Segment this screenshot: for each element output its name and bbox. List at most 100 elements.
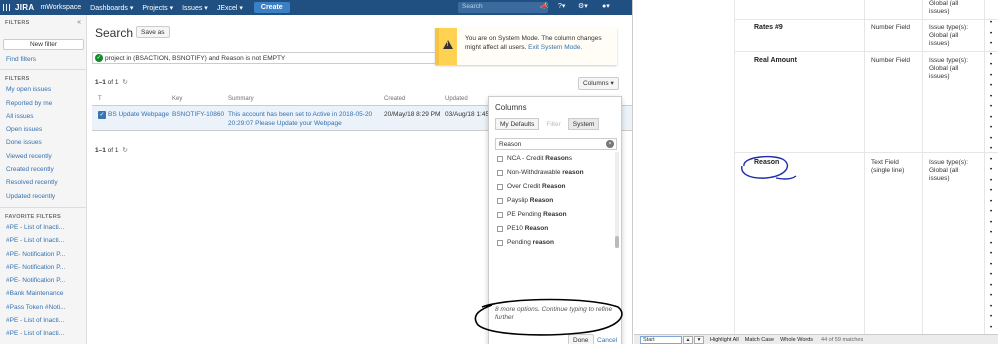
column-option-checkbox[interactable] — [497, 170, 503, 176]
favorite-filter-link[interactable]: #PE- Notification P... — [0, 274, 87, 287]
clear-search-icon[interactable]: × — [606, 140, 614, 148]
nav-workspace[interactable]: mWorkspace — [40, 4, 81, 11]
done-button[interactable]: Done — [568, 334, 594, 344]
jira-window: JIRA mWorkspace Dashboards ▾ Projects ▾ … — [0, 0, 633, 344]
column-option-checkbox[interactable] — [497, 156, 503, 162]
jira-logo[interactable]: JIRA — [15, 3, 34, 12]
global-search-input[interactable]: Search — [458, 2, 548, 13]
column-option-match: Reason — [542, 183, 566, 190]
column-option[interactable]: Payslip Reason — [495, 194, 621, 208]
column-option[interactable]: NCA - Credit Reason s — [495, 152, 621, 166]
refresh-icon[interactable]: ↻ — [122, 79, 127, 86]
whole-words-toggle[interactable]: Whole Words — [780, 337, 813, 343]
highlight-all-toggle[interactable]: Highlight All — [710, 337, 739, 343]
favorite-filter-link[interactable]: #PE - List of Inacti... — [0, 234, 87, 247]
system-filter-link[interactable]: Open issues — [0, 123, 87, 136]
system-filter-link[interactable]: My open issues — [0, 83, 87, 96]
exit-system-mode-link[interactable]: Exit System Mode. — [528, 44, 582, 51]
system-filter-link[interactable]: Updated recently — [0, 190, 87, 203]
system-filter-link[interactable]: Resolved recently — [0, 176, 87, 189]
find-input[interactable]: Start — [640, 335, 682, 344]
column-option[interactable]: PE10 Reason — [495, 222, 621, 236]
column-header-summary[interactable]: Summary — [228, 96, 254, 102]
column-option-checkbox[interactable] — [497, 184, 503, 190]
favorite-filter-link[interactable]: #PE- Notification P... — [0, 248, 87, 261]
column-option-checkbox[interactable] — [497, 240, 503, 246]
annotation-circle — [741, 155, 797, 180]
new-filter-button[interactable]: New filter — [3, 39, 84, 50]
column-option-checkbox[interactable] — [497, 212, 503, 218]
column-option-match: Reason — [545, 155, 569, 162]
favorite-filter-link[interactable]: #PE - List of Inacti... — [0, 327, 87, 340]
column-header-updated[interactable]: Updated — [445, 96, 468, 102]
app-switcher-icon[interactable] — [0, 0, 13, 15]
columns-popup: Columns My Defaults Filter System Reason… — [488, 96, 622, 344]
find-next-button[interactable]: ▼ — [694, 335, 704, 344]
column-options-list: NCA - Credit Reason s Non-Withdrawable rea… — [495, 152, 621, 248]
create-button[interactable]: Create — [253, 2, 290, 13]
column-option-checkbox[interactable] — [497, 226, 503, 232]
column-option[interactable]: Non-Withdrawable reason — [495, 166, 621, 180]
tab-system[interactable]: System — [567, 118, 600, 130]
jql-query-input[interactable]: ✓ project in (BSACTION, BSNOTIFY) and Re… — [92, 52, 437, 64]
favorite-filter-link[interactable]: #Pass Token #Noti... — [0, 301, 87, 314]
find-bar: Start ▲ ▼ Highlight All Match Case Whole… — [634, 334, 998, 344]
avatar[interactable]: ●▾ — [602, 2, 610, 10]
nav-projects[interactable]: Projects ▾ — [142, 4, 173, 12]
column-option-label: PE Pending — [507, 211, 544, 218]
find-filters-link[interactable]: Find filters — [0, 53, 87, 66]
nav-jexcel[interactable]: JExcel ▾ — [217, 4, 243, 12]
help-icon[interactable]: ?▾ — [558, 2, 565, 10]
screen: JIRA mWorkspace Dashboards ▾ Projects ▾ … — [0, 0, 998, 344]
column-option[interactable]: PE Pending Reason — [495, 208, 621, 222]
save-as-button[interactable]: Save as — [136, 26, 170, 38]
field-name: Rates #9 — [754, 24, 783, 31]
refresh-icon[interactable]: ↻ — [122, 147, 127, 154]
system-filter-link[interactable]: All issues — [0, 110, 87, 123]
filters-heading: FILTERS — [5, 20, 30, 26]
column-option[interactable]: Pending reason — [495, 236, 621, 248]
issue-key-cell[interactable]: BSNOTIFY-10860 — [172, 110, 224, 119]
context-cell: Issue type(s): Global (all issues) — [929, 24, 969, 47]
field-name: Real Amount — [754, 57, 797, 64]
columns-button[interactable]: Columns ▾ — [578, 77, 619, 90]
collapse-sidebar-icon[interactable]: « — [77, 19, 81, 26]
nav-issues[interactable]: Issues ▾ — [182, 4, 208, 12]
system-filter-link[interactable]: Done issues — [0, 136, 87, 149]
top-navigation-bar: JIRA mWorkspace Dashboards ▾ Projects ▾ … — [0, 0, 632, 15]
column-option-label: Pending — [507, 239, 533, 246]
field-name: Reason — [754, 159, 780, 166]
valid-query-icon: ✓ — [95, 54, 103, 62]
column-option-label: Payslip — [507, 197, 530, 204]
feedback-icon[interactable]: 📣 — [540, 2, 549, 10]
match-case-toggle[interactable]: Match Case — [745, 337, 774, 343]
column-list-scrollbar[interactable] — [615, 152, 619, 248]
tab-my-defaults[interactable]: My Defaults — [495, 118, 540, 130]
column-header-created[interactable]: Created — [384, 96, 405, 102]
column-option-label: NCA - Credit — [507, 155, 546, 162]
field-type: Text Field (single line) — [871, 159, 905, 174]
issue-summary-cell[interactable]: This account has been set to Active in 2… — [228, 110, 378, 128]
favorite-filter-link[interactable]: #Bank Maintenance — [0, 287, 87, 300]
column-option-match: reason — [532, 239, 554, 246]
favorite-filter-link[interactable]: #PE - List of Inacti... — [0, 221, 87, 234]
favorite-filter-link[interactable]: #PE- Notification P... — [0, 261, 87, 274]
cancel-link[interactable]: Cancel — [597, 335, 617, 344]
column-search-input[interactable]: Reason × — [495, 138, 617, 150]
columns-popup-title: Columns — [495, 103, 527, 112]
nav-dashboards[interactable]: Dashboards ▾ — [90, 4, 133, 12]
jql-query-text: project in (BSACTION, BSNOTIFY) and Reas… — [105, 55, 286, 62]
system-filter-link[interactable]: Viewed recently — [0, 150, 87, 163]
system-filter-link[interactable]: Created recently — [0, 163, 87, 176]
field-type: Number Field — [871, 24, 911, 31]
field-type: Number Field — [871, 57, 911, 64]
column-header-type[interactable]: T — [98, 96, 102, 102]
favorite-filter-link[interactable]: #PE - List of Inacti... — [0, 314, 87, 327]
issue-type-cell[interactable]: BS Update Webpage — [108, 110, 169, 119]
column-option-checkbox[interactable] — [497, 198, 503, 204]
column-option[interactable]: Over Credit Reason — [495, 180, 621, 194]
column-header-key[interactable]: Key — [172, 96, 182, 102]
system-filter-link[interactable]: Reported by me — [0, 97, 87, 110]
settings-icon[interactable]: ⚙▾ — [578, 2, 588, 10]
find-previous-button[interactable]: ▲ — [683, 335, 693, 344]
